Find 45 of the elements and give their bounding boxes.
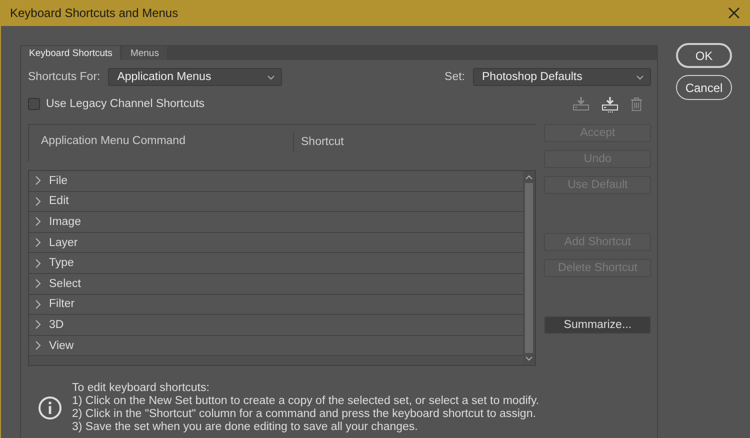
caret-icon xyxy=(267,74,276,80)
menu-row[interactable]: Image xyxy=(29,212,524,233)
trash-icon[interactable] xyxy=(630,96,643,112)
chevron-icon[interactable] xyxy=(35,341,41,350)
instruction-text: 2) Click in the "Shortcut" column for a command and press the keyboard shortcut to assign. xyxy=(72,408,537,421)
dialog-button[interactable]: Cancel xyxy=(676,75,732,100)
shortcuts-for-label: Shortcuts For: xyxy=(28,71,100,83)
set-label: Set: xyxy=(444,71,465,83)
instruction-text: 1) Click on the New Set button to create a copy of the selected set, or select a set to modify. xyxy=(72,395,540,408)
menu-row[interactable]: 3D xyxy=(29,315,524,336)
dialog-button[interactable]: OK xyxy=(676,43,732,68)
menu-row[interactable]: File xyxy=(29,171,524,192)
set-dropdown[interactable]: Photoshop Defaults xyxy=(473,68,651,86)
legacy-checkbox[interactable]: Use Legacy Channel Shortcuts xyxy=(28,98,205,110)
chevron-icon[interactable] xyxy=(35,258,41,268)
instruction-text: To edit keyboard shortcuts: xyxy=(72,382,210,395)
chevron-icon[interactable] xyxy=(35,300,41,309)
shortcuts-for-dropdown[interactable]: Application Menus xyxy=(108,68,282,86)
caret-icon xyxy=(636,74,644,80)
checkbox[interactable] xyxy=(28,98,40,110)
tab[interactable]: Keyboard Shortcuts xyxy=(20,45,122,60)
chevron-icon[interactable] xyxy=(35,196,41,206)
menu-row[interactable]: Select xyxy=(29,274,524,295)
new-set-icon[interactable] xyxy=(601,96,619,112)
instruction-text: 3) Save the set when you are done editing to save all your changes. xyxy=(72,421,419,434)
info-icon xyxy=(38,396,62,420)
menu-row[interactable]: Edit xyxy=(29,192,524,212)
column-header[interactable]: Application Menu Command xyxy=(29,135,293,147)
scroll-down-icon[interactable] xyxy=(525,356,534,361)
chevron-icon[interactable] xyxy=(35,238,41,248)
window-title: Keyboard Shortcuts and Menus xyxy=(10,6,180,20)
chevron-icon[interactable] xyxy=(35,176,41,186)
menu-row[interactable]: Filter xyxy=(29,294,524,316)
action-button[interactable]: Summarize... xyxy=(544,316,651,334)
scroll-up-icon[interactable] xyxy=(525,175,534,180)
menu-row[interactable]: Type xyxy=(29,253,524,274)
column-header[interactable]: Shortcut xyxy=(293,132,344,152)
menu-row[interactable]: Layer xyxy=(29,232,524,254)
menu-row[interactable]: View xyxy=(29,336,524,356)
chevron-icon[interactable] xyxy=(35,279,41,288)
chevron-icon[interactable] xyxy=(35,320,41,330)
tab[interactable]: Menus xyxy=(121,45,168,60)
close-icon[interactable] xyxy=(728,7,740,19)
save-set-icon[interactable] xyxy=(572,96,590,112)
chevron-icon[interactable] xyxy=(35,217,41,226)
